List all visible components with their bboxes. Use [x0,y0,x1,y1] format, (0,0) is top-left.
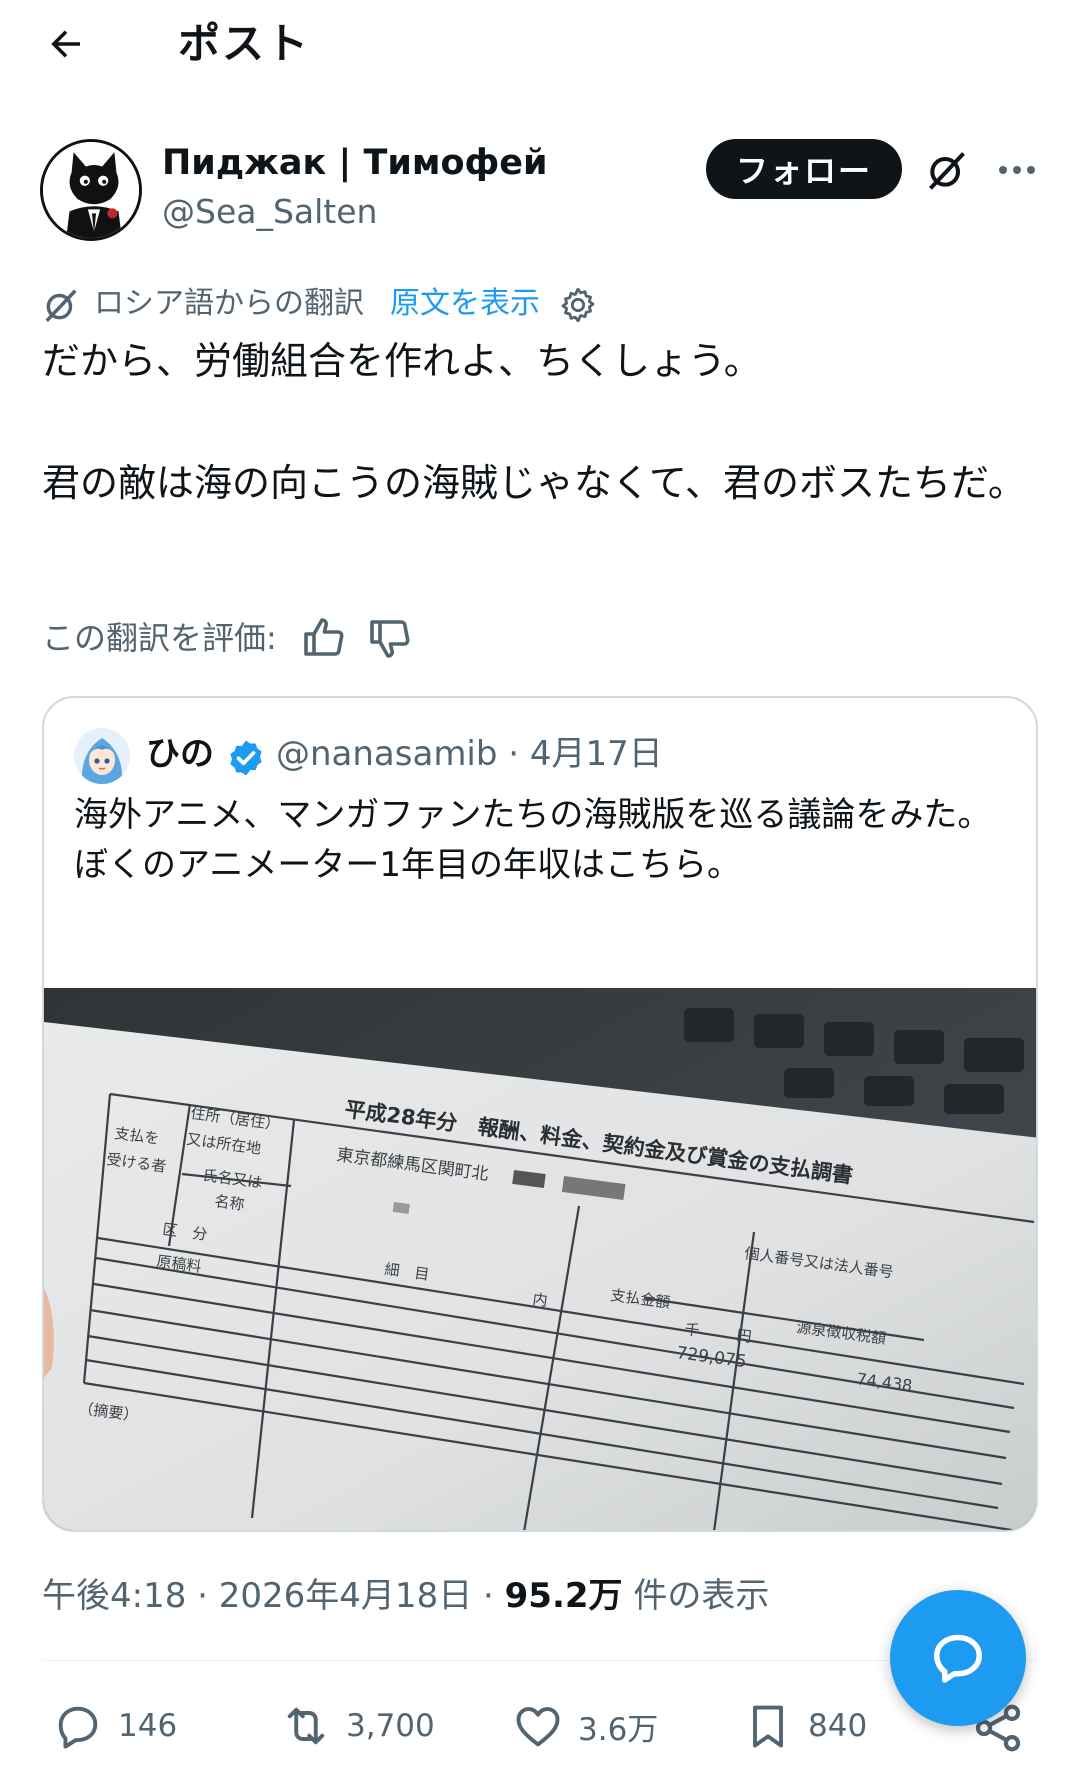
photo-label-uchi: 内 [531,1290,548,1310]
compose-fab-button[interactable] [890,1590,1026,1726]
grok-icon [929,152,965,190]
translation-label: ロシア語からの翻訳 [94,286,364,321]
gear-icon[interactable] [558,285,598,325]
anime-girl-avatar-icon [74,728,130,784]
quoted-post-photo[interactable]: 平成28年分 報酬、料金、契約金及び賞金の支払調書 東京都練馬区関町北 支払を … [44,988,1036,1530]
author-avatar[interactable] [40,139,142,241]
reply-count: 146 [118,1708,178,1744]
page-title: ポスト [178,19,311,68]
post-line-2: 君の敵は海の向こうの海賊じゃなくて、君のボスたちだ。 [42,461,1026,505]
payment-statement-photo: 平成28年分 報酬、料金、契約金及び賞金の支払調書 東京都練馬区関町北 支払を … [44,988,1036,1530]
view-count-suffix: 件の表示 [622,1576,770,1616]
back-button[interactable] [36,14,96,74]
thumbs-up-icon[interactable] [300,614,348,662]
quoted-post-text: 海外アニメ、マンガファンたちの海賊版を巡る議論をみた。 ぼくのアニメーター1年目… [74,790,1024,890]
bookmark-icon [753,1705,783,1748]
bookmark-count: 840 [808,1708,868,1744]
bookmark-button[interactable]: 840 [742,1696,867,1756]
more-dots-icon [999,166,1035,174]
quoted-author-handle[interactable]: @nanasamib · 4月17日 [276,730,663,778]
grok-button[interactable] [918,141,976,199]
quoted-post-card[interactable]: ひの @nanasamib · 4月17日 海外アニメ、マンガファンたちの海賊版… [42,696,1038,1532]
reply-button[interactable]: 146 [52,1696,177,1756]
black-cat-avatar-icon [43,142,139,238]
arrow-left-icon [51,30,80,58]
photo-label-en: 円 [735,1326,752,1346]
like-button[interactable]: 3.6万 [512,1696,658,1756]
thumbs-down-icon[interactable] [366,614,414,662]
show-original-link[interactable]: 原文を表示 [390,283,540,325]
more-options-button[interactable] [988,141,1046,199]
grok-translate-icon [45,289,77,323]
post-meta: 午後4:18 · 2026年4月18日 · 95.2万 件の表示 [42,1572,769,1620]
quoted-post-body: 海外アニメ、マンガファンたちの海賊版を巡る議論をみた。 ぼくのアニメーター1年目… [74,795,992,885]
author-handle[interactable]: @Sea_Salten [162,190,377,234]
post-line-1: だから、労働組合を作れよ、ちくしょう。 [42,339,762,383]
post-text: だから、労働組合を作れよ、ちくしょう。 君の敵は海の向こうの海賊じゃなくて、君の… [42,332,1032,512]
post-timestamp[interactable]: 午後4:18 · 2026年4月18日 · [42,1576,505,1616]
quoted-author-avatar[interactable] [74,728,130,784]
chat-bubble-icon [934,1634,982,1683]
repost-button[interactable]: 3,700 [280,1696,435,1756]
heart-icon [516,1707,560,1747]
follow-button[interactable]: フォロー [706,139,902,199]
rate-translation-label: この翻訳を評価: [42,619,277,657]
repost-icon [287,1707,325,1745]
verified-badge-icon [230,740,262,776]
reply-icon [58,1706,98,1749]
quoted-author-name[interactable]: ひの [146,730,214,778]
photo-label-sen: 千 [683,1320,700,1340]
divider [42,1660,1038,1661]
view-count: 95.2万 [504,1576,623,1616]
author-name[interactable]: Пиджак | Тимофей [162,140,547,186]
like-count: 3.6万 [578,1711,659,1748]
repost-count: 3,700 [346,1708,435,1744]
